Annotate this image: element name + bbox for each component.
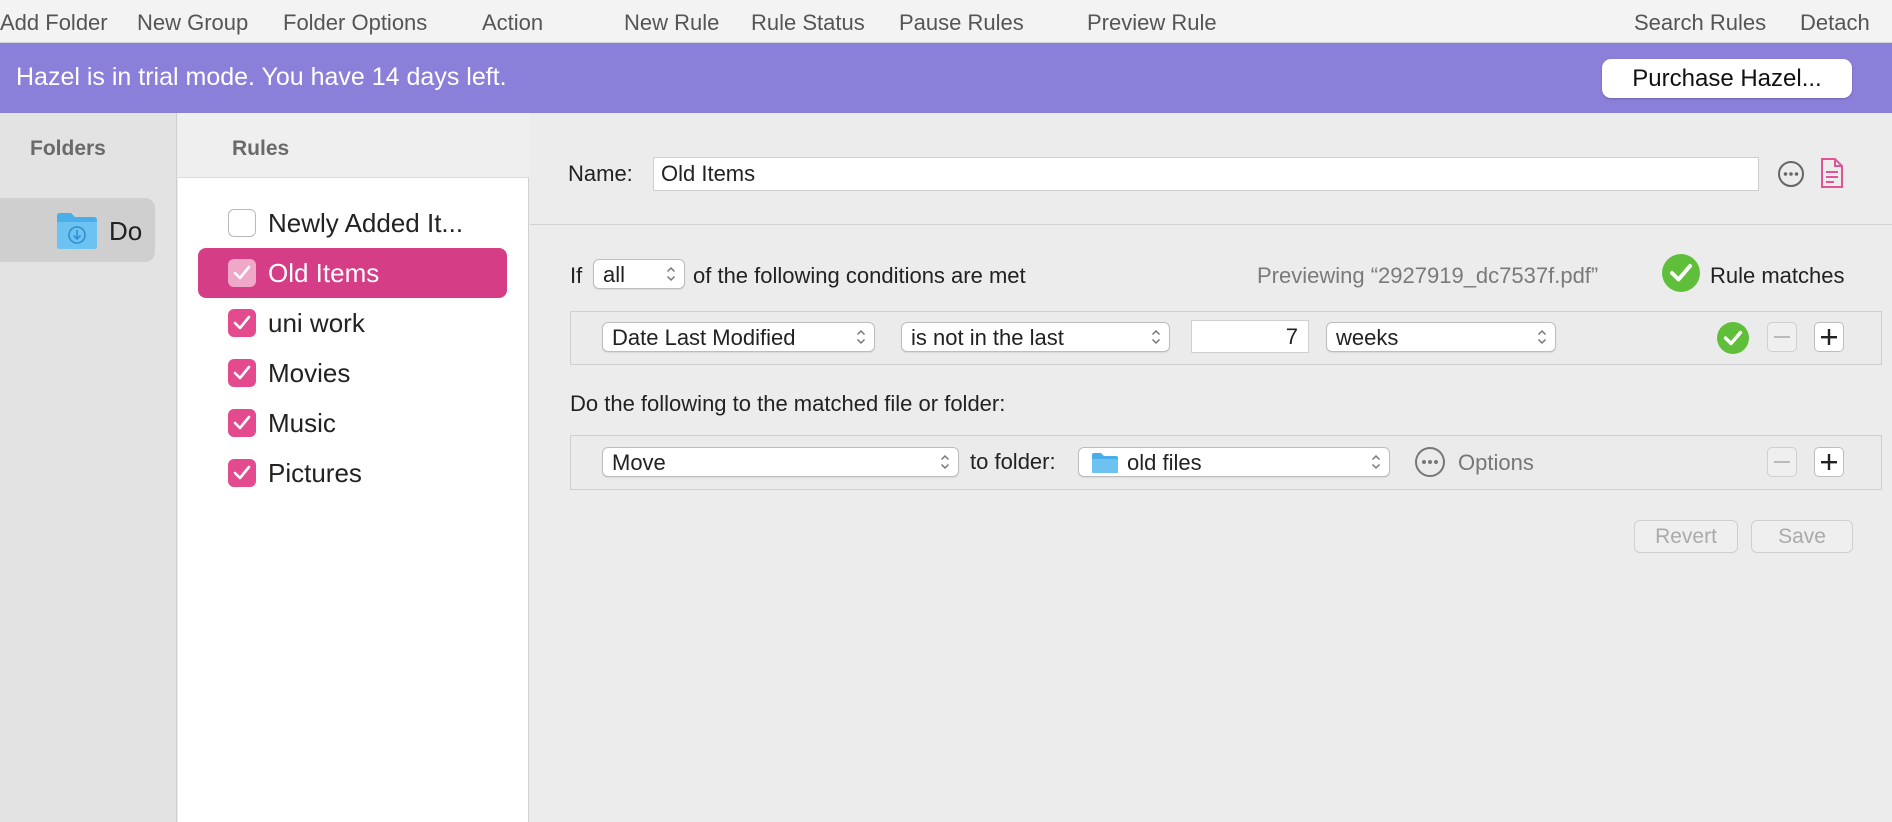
rule-item-uni-work[interactable]: uni work bbox=[198, 298, 507, 348]
rule-item-old-items[interactable]: Old Items bbox=[198, 248, 507, 298]
match-mode-select[interactable]: all bbox=[593, 259, 685, 289]
rule-editor: Name: If all of the following conditions… bbox=[530, 113, 1892, 822]
rule-label: Old Items bbox=[268, 258, 380, 288]
more-options-icon[interactable] bbox=[1777, 160, 1805, 188]
save-button[interactable]: Save bbox=[1751, 520, 1853, 553]
pause-rules-button[interactable]: Pause Rules bbox=[899, 10, 1024, 36]
rule-label: Newly Added It... bbox=[268, 208, 464, 238]
revert-button[interactable]: Revert bbox=[1634, 520, 1738, 553]
folder-label: Do bbox=[109, 216, 143, 246]
condition-match-check-icon bbox=[1717, 322, 1749, 354]
rules-header-bar: Rules bbox=[178, 113, 529, 178]
add-action-button[interactable] bbox=[1814, 447, 1844, 477]
remove-condition-button[interactable] bbox=[1767, 322, 1797, 352]
add-condition-button[interactable] bbox=[1814, 322, 1844, 352]
name-area: Name: bbox=[530, 113, 1892, 225]
trial-message: Hazel is in trial mode. You have 14 days… bbox=[16, 63, 507, 91]
operator-select[interactable]: is not in the last bbox=[901, 322, 1170, 352]
search-rules-button[interactable]: Search Rules bbox=[1634, 10, 1766, 36]
new-group-button[interactable]: New Group bbox=[137, 10, 248, 36]
checkmark-icon bbox=[233, 465, 251, 480]
preview-rule-button[interactable]: Preview Rule bbox=[1087, 10, 1217, 36]
operator-value: is not in the last bbox=[911, 325, 1064, 350]
folder-options-button[interactable]: Folder Options bbox=[283, 10, 427, 36]
rule-label: Movies bbox=[268, 358, 351, 388]
target-folder-value: old files bbox=[1127, 450, 1202, 475]
rule-enabled-checkbox[interactable] bbox=[228, 209, 256, 237]
rule-label: uni work bbox=[268, 308, 365, 338]
rule-label: Pictures bbox=[268, 458, 362, 488]
action-select[interactable]: Move bbox=[602, 447, 959, 477]
rule-enabled-checkbox[interactable] bbox=[228, 359, 256, 387]
rule-matches-check-icon bbox=[1662, 254, 1700, 292]
checkmark-icon bbox=[233, 315, 251, 330]
minus-icon bbox=[1774, 336, 1790, 338]
new-rule-button[interactable]: New Rule bbox=[624, 10, 719, 36]
rule-name-input[interactable] bbox=[653, 157, 1759, 191]
checkmark-icon bbox=[233, 265, 251, 280]
rule-label: Music bbox=[268, 408, 336, 438]
rule-enabled-checkbox[interactable] bbox=[228, 259, 256, 287]
detach-button[interactable]: Detach bbox=[1800, 10, 1870, 36]
updown-chevron-icon bbox=[1537, 329, 1547, 345]
unit-value: weeks bbox=[1336, 325, 1399, 350]
name-label: Name: bbox=[568, 161, 633, 186]
updown-chevron-icon bbox=[940, 454, 950, 470]
target-folder-select[interactable]: old files bbox=[1078, 447, 1390, 477]
to-folder-label: to folder: bbox=[970, 449, 1056, 474]
conditions-suffix: of the following conditions are met bbox=[693, 263, 1026, 288]
document-icon[interactable] bbox=[1819, 157, 1845, 189]
folders-panel: Folders Do bbox=[0, 113, 177, 822]
options-ellipsis-icon[interactable] bbox=[1414, 446, 1446, 478]
updown-chevron-icon bbox=[1151, 329, 1161, 345]
action-row: Move to folder: old files Options bbox=[570, 435, 1882, 490]
trial-banner: Hazel is in trial mode. You have 14 days… bbox=[0, 43, 1892, 113]
amount-field[interactable]: 7 bbox=[1191, 320, 1309, 353]
condition-row: Date Last Modified is not in the last 7 … bbox=[570, 311, 1882, 365]
folder-item-downloads[interactable]: Do bbox=[0, 198, 155, 262]
attribute-select[interactable]: Date Last Modified bbox=[602, 322, 875, 352]
folder-icon bbox=[1092, 453, 1118, 473]
updown-chevron-icon bbox=[856, 329, 866, 345]
options-label[interactable]: Options bbox=[1458, 450, 1534, 476]
unit-select[interactable]: weeks bbox=[1326, 322, 1556, 352]
action-button[interactable]: Action bbox=[482, 10, 543, 36]
rule-item-pictures[interactable]: Pictures bbox=[198, 448, 507, 498]
rule-enabled-checkbox[interactable] bbox=[228, 409, 256, 437]
rule-item-movies[interactable]: Movies bbox=[198, 348, 507, 398]
updown-chevron-icon bbox=[666, 266, 676, 282]
add-folder-button[interactable]: Add Folder bbox=[0, 10, 108, 36]
preview-text: Previewing “2927919_dc7537f.pdf” bbox=[1257, 263, 1599, 288]
minus-icon bbox=[1774, 461, 1790, 463]
folders-header: Folders bbox=[30, 137, 106, 160]
checkmark-icon bbox=[233, 365, 251, 380]
rule-enabled-checkbox[interactable] bbox=[228, 459, 256, 487]
purchase-button[interactable]: Purchase Hazel... bbox=[1602, 59, 1852, 98]
rule-item-music[interactable]: Music bbox=[198, 398, 507, 448]
downloads-folder-icon bbox=[57, 213, 97, 249]
rules-panel: Rules Newly Added It... Old Items uni wo… bbox=[178, 113, 529, 822]
rules-header: Rules bbox=[232, 137, 290, 160]
actions-label: Do the following to the matched file or … bbox=[570, 391, 1006, 416]
toolbar: Add Folder New Group Folder Options Acti… bbox=[0, 0, 1892, 43]
rule-item-newly-added[interactable]: Newly Added It... bbox=[198, 198, 507, 248]
plus-icon bbox=[1821, 454, 1837, 470]
rule-status-button[interactable]: Rule Status bbox=[751, 10, 865, 36]
if-label: If bbox=[570, 263, 583, 288]
action-value: Move bbox=[612, 450, 666, 475]
remove-action-button[interactable] bbox=[1767, 447, 1797, 477]
updown-chevron-icon bbox=[1371, 454, 1381, 470]
checkmark-icon bbox=[233, 415, 251, 430]
rule-enabled-checkbox[interactable] bbox=[228, 309, 256, 337]
plus-icon bbox=[1821, 329, 1837, 345]
match-mode-value: all bbox=[603, 262, 626, 287]
attribute-value: Date Last Modified bbox=[612, 325, 796, 350]
match-status: Rule matches bbox=[1710, 263, 1845, 288]
